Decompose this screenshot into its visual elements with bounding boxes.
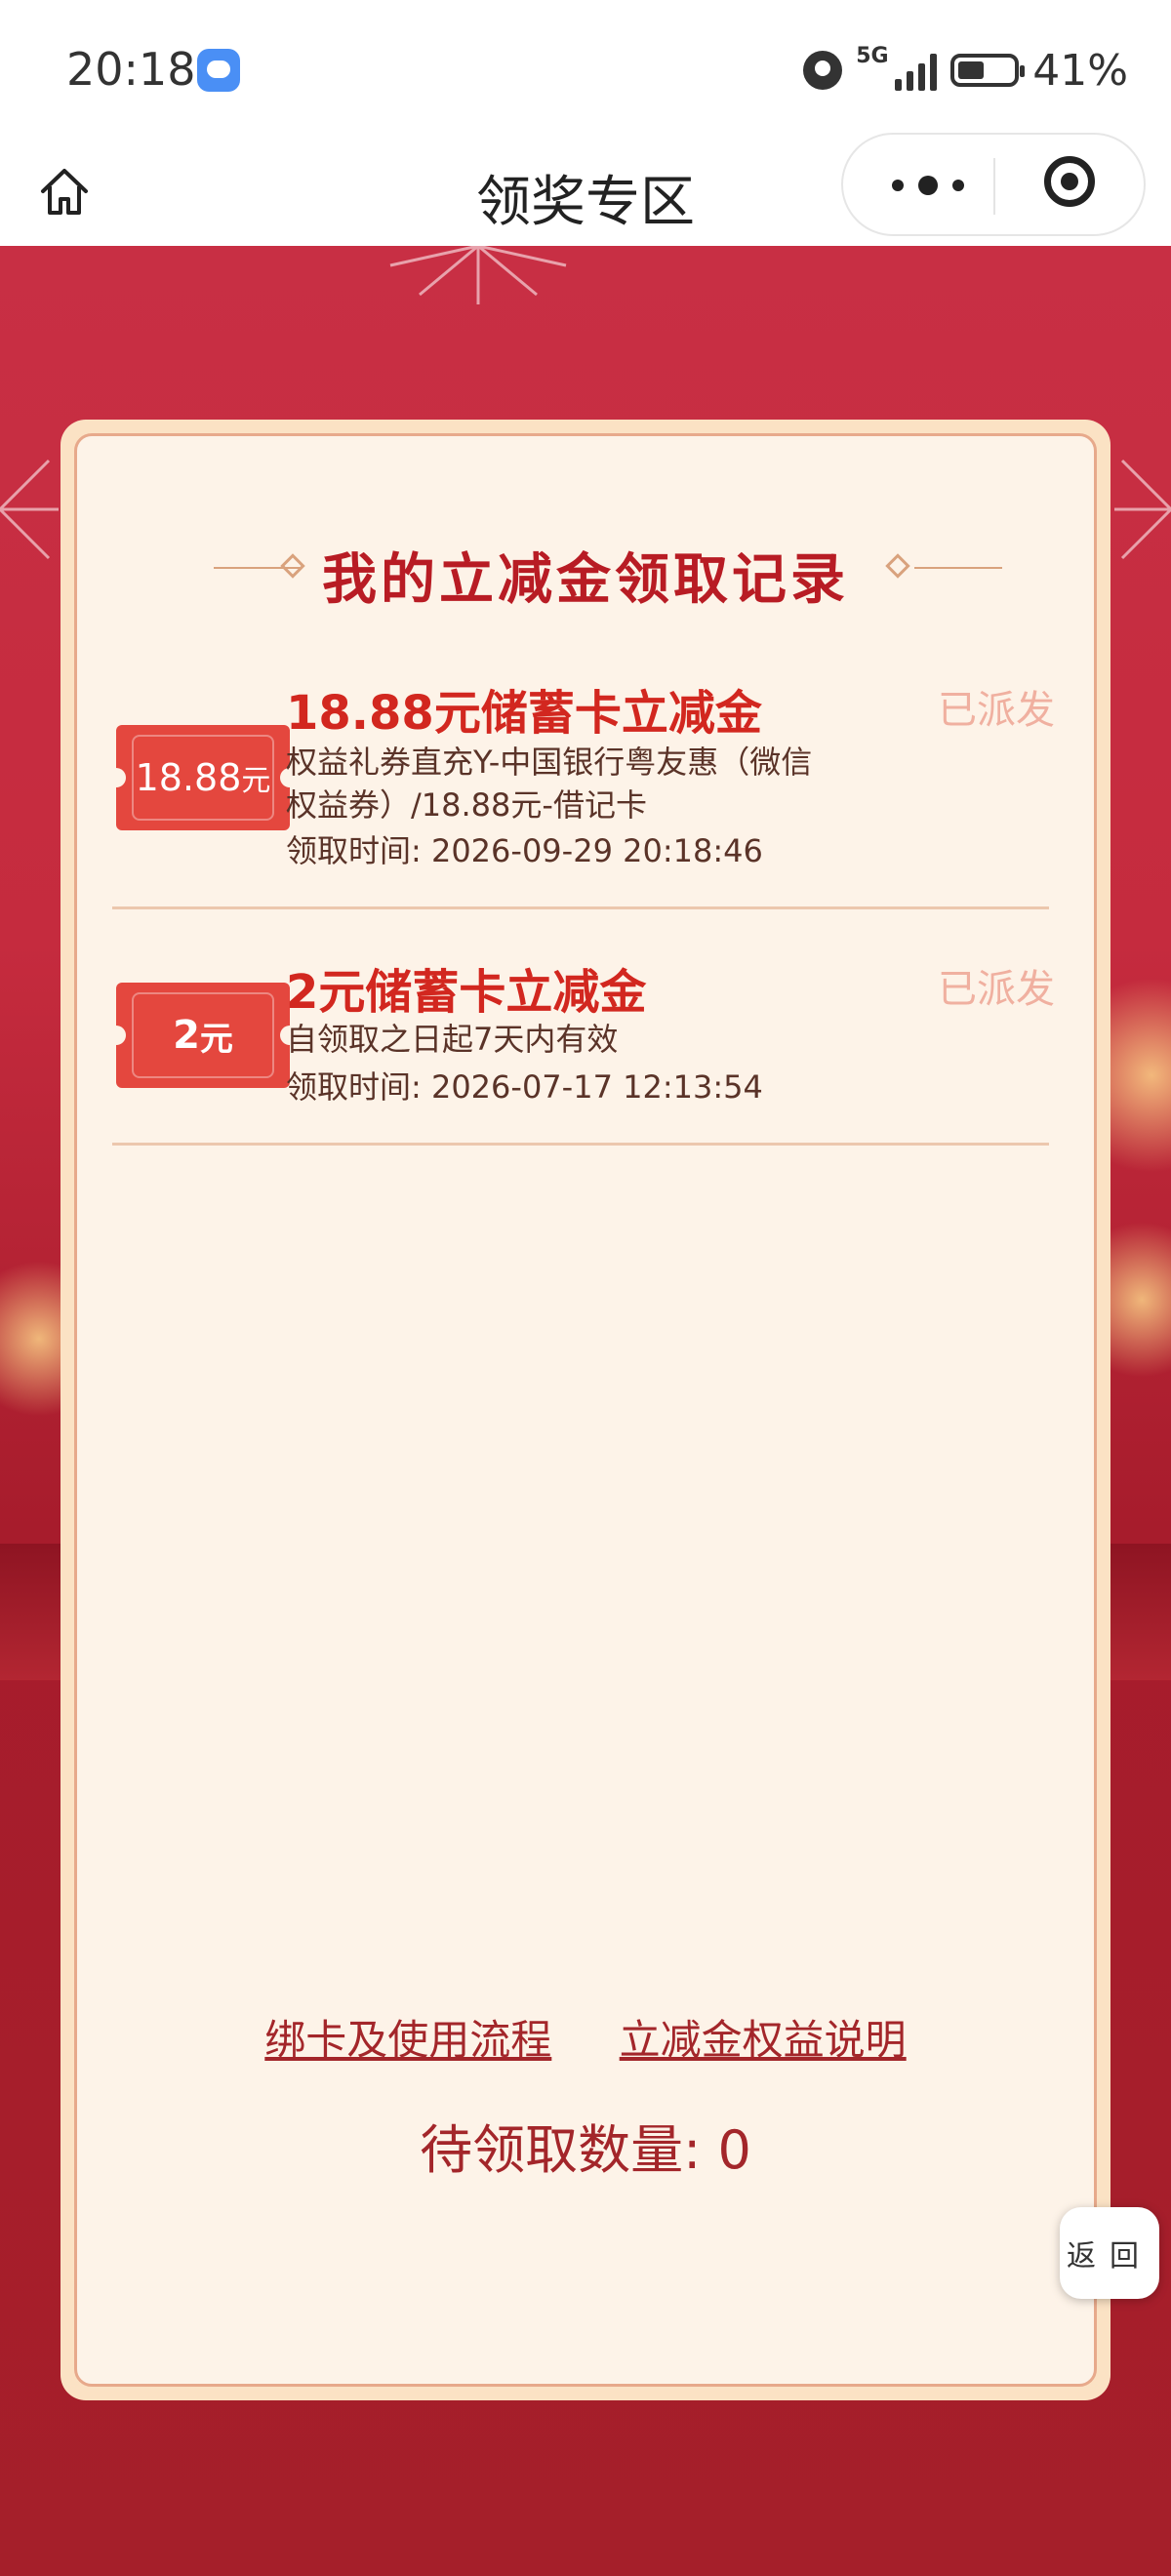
bind-card-flow-link[interactable]: 绑卡及使用流程 <box>264 2016 551 2064</box>
network-type-label: 5G <box>856 44 889 68</box>
title-ornament-right <box>914 567 1002 569</box>
record-divider <box>112 906 1049 909</box>
status-icons: 5G 41% <box>803 43 1128 98</box>
back-button[interactable]: 返回 <box>1060 2207 1159 2299</box>
coupon-ticket: 2元 <box>106 983 300 1088</box>
pending-count: 待领取数量: 0 <box>420 2119 751 2181</box>
card-title: 我的立减金领取记录 <box>322 547 849 612</box>
close-mini-program-icon[interactable] <box>1044 156 1095 207</box>
rights-description-link[interactable]: 立减金权益说明 <box>620 2016 907 2064</box>
firework-left-icon <box>0 459 59 560</box>
firework-icon <box>389 246 567 304</box>
firework-right-icon <box>1114 459 1171 560</box>
battery-percent: 41% <box>1032 45 1128 96</box>
coupon-ticket: 18.88 元 <box>106 725 300 830</box>
battery-icon <box>950 54 1026 87</box>
record-status: 已派发 <box>938 967 1055 1012</box>
record-status: 已派发 <box>938 688 1055 733</box>
records-card-inner: 我的立减金领取记录 18.88 元 18.88元储蓄卡立减金 已派发 权益礼券直充… <box>74 433 1097 2387</box>
coupon-ticket-label: 18.88 元 <box>132 735 274 821</box>
clock: 20:18 <box>66 43 196 96</box>
message-notification-icon <box>197 49 240 92</box>
record-divider <box>112 1143 1049 1146</box>
capsule-divider <box>993 158 995 215</box>
record-title: 18.88元储蓄卡立减金 <box>286 686 762 741</box>
records-card: 我的立减金领取记录 18.88 元 18.88元储蓄卡立减金 已派发 权益礼券直充… <box>61 420 1110 2400</box>
mini-program-capsule <box>841 133 1146 236</box>
record-description: 自领取之日起7天内有效 <box>286 1021 619 1058</box>
alarm-icon <box>803 51 843 90</box>
record-time: 领取时间: 2026-07-17 12:13:54 <box>286 1068 763 1106</box>
signal-icon: 5G <box>856 46 938 91</box>
coupon-ticket-label: 2元 <box>132 992 274 1078</box>
status-bar: 20:18 5G 41% <box>0 0 1171 144</box>
footer-links: 绑卡及使用流程 立减金权益说明 <box>77 2007 1094 2067</box>
record-time: 领取时间: 2026-09-29 20:18:46 <box>286 832 763 869</box>
record-description: 权益礼券直充Y-中国银行粤友惠（微信权益券）/18.88元-借记卡 <box>286 744 813 824</box>
more-icon[interactable] <box>892 168 964 203</box>
record-title: 2元储蓄卡立减金 <box>286 965 647 1020</box>
